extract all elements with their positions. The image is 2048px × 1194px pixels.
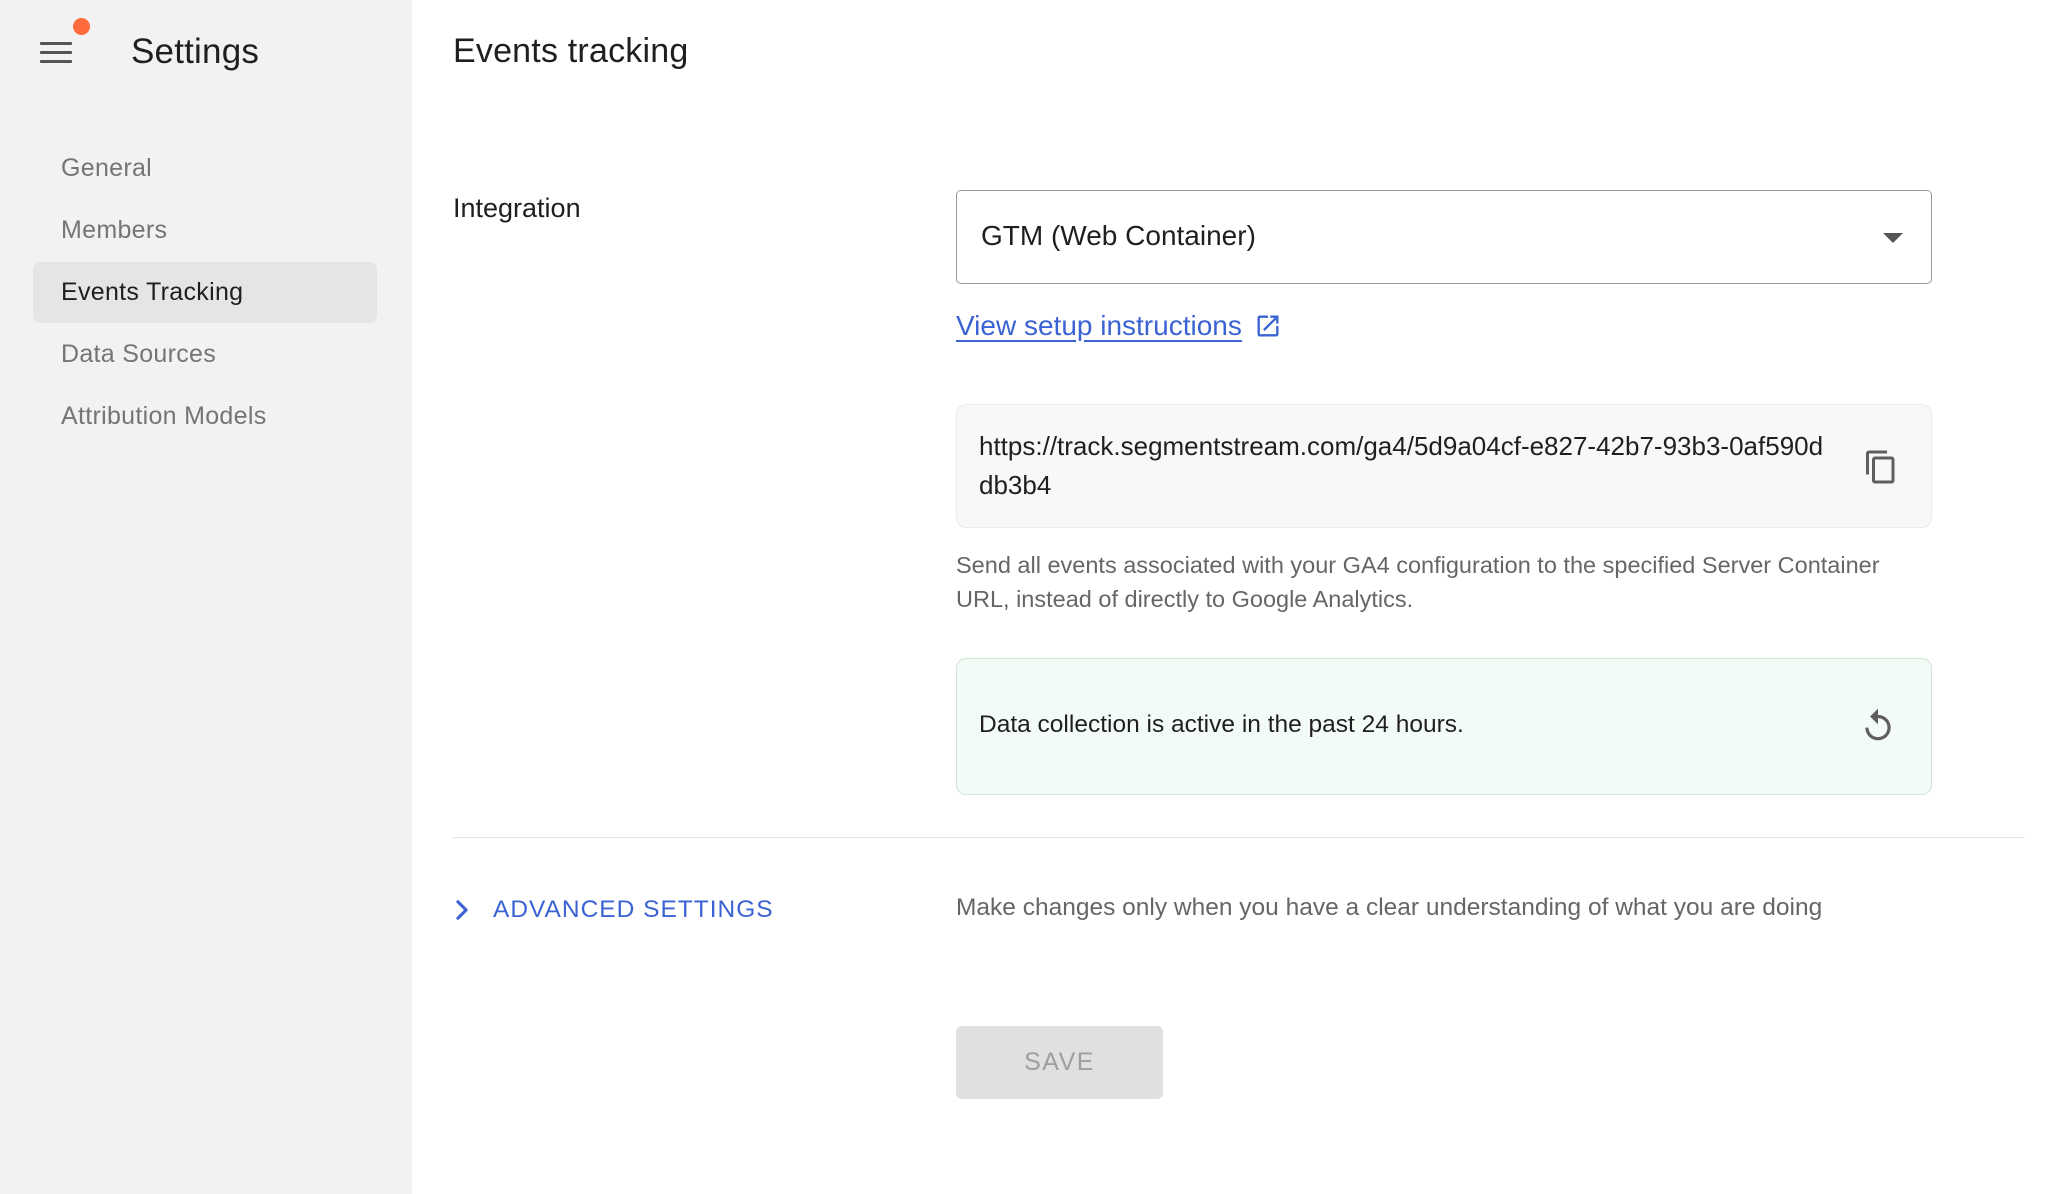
menu-icon[interactable] bbox=[36, 38, 76, 68]
sidebar-item-general[interactable]: General bbox=[33, 138, 377, 199]
advanced-settings-note: Make changes only when you have a clear … bbox=[956, 894, 1823, 921]
sidebar-title: Settings bbox=[131, 32, 260, 71]
integration-label: Integration bbox=[453, 193, 581, 223]
setup-instructions-link-text[interactable]: View setup instructions bbox=[956, 310, 1242, 342]
advanced-settings-label[interactable]: ADVANCED SETTINGS bbox=[493, 896, 774, 924]
sidebar-item-events-tracking[interactable]: Events Tracking bbox=[33, 262, 377, 323]
save-button[interactable]: SAVE bbox=[956, 1026, 1163, 1099]
setup-instructions-link[interactable]: View setup instructions bbox=[956, 310, 1282, 342]
tracking-url: https://track.segmentstream.com/ga4/5d9a… bbox=[979, 431, 1824, 500]
tracking-url-helper-text: Send all events associated with your GA4… bbox=[956, 552, 1880, 612]
settings-nav: General Members Events Tracking Data Sou… bbox=[33, 138, 377, 448]
tracking-url-box: https://track.segmentstream.com/ga4/5d9a… bbox=[956, 404, 1932, 528]
external-link-icon bbox=[1257, 315, 1279, 337]
integration-select[interactable]: GTM (Web Container) bbox=[956, 190, 1932, 284]
sidebar-item-attribution-models[interactable]: Attribution Models bbox=[33, 386, 377, 447]
sidebar: Settings General Members Events Tracking… bbox=[0, 0, 412, 1194]
notification-dot bbox=[73, 18, 90, 35]
page-title: Events tracking bbox=[453, 32, 689, 70]
sidebar-item-members[interactable]: Members bbox=[33, 200, 377, 261]
refresh-icon[interactable] bbox=[1859, 707, 1897, 745]
status-text: Data collection is active in the past 24… bbox=[979, 711, 1464, 738]
data-collection-status: Data collection is active in the past 24… bbox=[956, 658, 1932, 795]
integration-select-value: GTM (Web Container) bbox=[981, 220, 1256, 251]
advanced-settings-toggle[interactable]: ADVANCED SETTINGS bbox=[453, 896, 774, 924]
sidebar-item-data-sources[interactable]: Data Sources bbox=[33, 324, 377, 385]
section-divider bbox=[453, 837, 2025, 838]
chevron-right-icon bbox=[456, 900, 468, 920]
copy-icon[interactable] bbox=[1863, 447, 1899, 487]
dropdown-arrow-icon bbox=[1883, 233, 1903, 243]
